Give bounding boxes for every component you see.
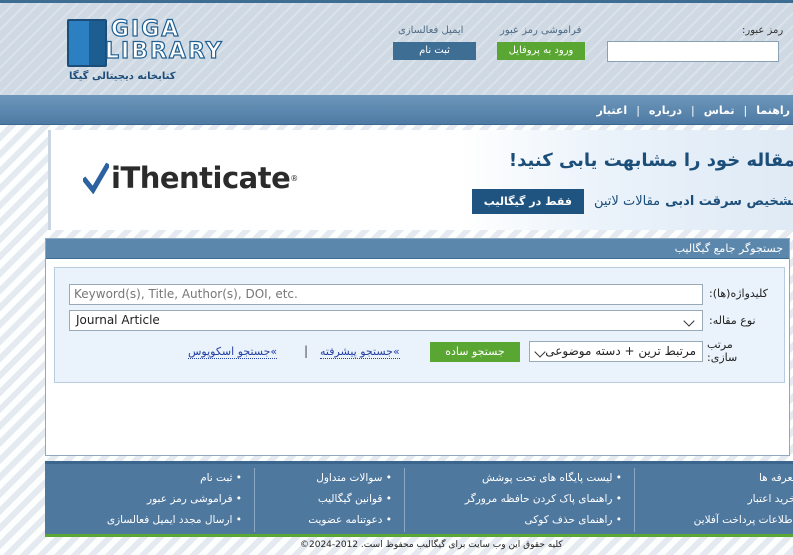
site-header: GIGA LIBRARY کتابخانه دیجیتالی گیگا ایمی…: [0, 0, 793, 95]
ithenticate-banner[interactable]: iThenticate ® مقاله خود را مشابهت یابی ک…: [48, 130, 793, 230]
banner-subline: تشخیص سرقت ادبی مقالات لاتین فقط در گیگا…: [471, 188, 793, 214]
footer-column-payment: تعرفه ها خرید اعتبار اطلاعات پرداخت آفلا…: [635, 468, 793, 532]
footer-link[interactable]: ارسال مجدد ایمیل فعالسازی: [45, 510, 242, 531]
footer-link[interactable]: راهنمای حذف کوکی: [405, 510, 622, 531]
search-form: کلیدواژه(ها): Keyword(s), Title, Author(…: [54, 267, 785, 383]
profile-login-button[interactable]: ورود به پروفایل: [497, 42, 585, 60]
footer-link[interactable]: راهنمای پاک کردن حافظه مرورگر: [405, 489, 622, 510]
scopus-search-link[interactable]: »جستجو اسکوپوس: [188, 345, 278, 359]
footer-link[interactable]: تعرفه ها: [647, 468, 793, 489]
nav-separator: |: [743, 103, 748, 117]
sort-label-line2: سازی:: [707, 351, 738, 364]
giga-library-logo[interactable]: GIGA LIBRARY کتابخانه دیجیتالی گیگا: [65, 16, 225, 87]
advanced-search-link[interactable]: »جستجو پیشرفته: [320, 345, 400, 359]
footer-column-account: ثبت نام فراموشی رمز عبور ارسال مجدد ایمی…: [45, 468, 255, 532]
copyright-notice: کلیه حقوق این وب سایت برای گیگالیب محفوظ…: [300, 540, 563, 550]
footer-link[interactable]: دعوتنامه عضویت: [255, 510, 392, 531]
footer-link[interactable]: سوالات متداول: [255, 468, 392, 489]
banner-plagiarism-text: تشخیص سرقت ادبی: [665, 193, 793, 209]
page: GIGA LIBRARY کتابخانه دیجیتالی گیگا ایمی…: [0, 0, 793, 555]
password-input[interactable]: [607, 41, 779, 62]
sort-value: مرتبط ترین + دسته موضوعی: [545, 344, 696, 358]
main-nav: اعتبار | درباره | تماس | راهنما: [0, 95, 793, 125]
keyword-label: کلیدواژه(ها):: [709, 287, 768, 300]
nav-item-credit[interactable]: اعتبار: [587, 104, 636, 117]
footer-link[interactable]: اطلاعات پرداخت آفلاین: [647, 510, 793, 531]
footer-link[interactable]: لیست پایگاه های تحت پوشش: [405, 468, 622, 489]
keyword-input[interactable]: Keyword(s), Title, Author(s), DOI, etc.: [69, 284, 703, 305]
nav-separator: |: [636, 103, 640, 117]
chevron-down-icon: [683, 315, 695, 327]
banner-latin-text: مقالات لاتین: [593, 193, 661, 209]
nav-separator: |: [691, 103, 695, 117]
checkmark-icon: [83, 162, 109, 194]
nav-item-help[interactable]: راهنما: [747, 104, 793, 117]
activation-email-link[interactable]: ایمیل فعالسازی: [398, 25, 463, 36]
ithenticate-wordmark: iThenticate: [111, 161, 291, 195]
link-separator: |: [304, 344, 309, 358]
logo-tagline: کتابخانه دیجیتالی گیگا: [69, 71, 176, 82]
article-type-value: Journal Article: [76, 313, 160, 327]
search-panel: جستجوگر جامع گیگالیب کلیدواژه(ها): Keywo…: [45, 238, 790, 456]
footer-link[interactable]: خرید اعتبار: [647, 489, 793, 510]
footer-column-info: سوالات متداول قوانین گیگالیب دعوتنامه عض…: [255, 468, 405, 532]
chevron-down-icon: [534, 346, 546, 358]
footer-accent-bar: [45, 534, 793, 537]
only-in-gigalib-button[interactable]: فقط در گیگالیب: [471, 188, 584, 214]
footer-link[interactable]: فراموشی رمز عبور: [45, 489, 242, 510]
article-type-label: نوع مقاله:: [709, 314, 756, 327]
register-button[interactable]: ثبت نام: [393, 42, 476, 60]
nav-item-about[interactable]: درباره: [640, 104, 691, 117]
forgot-password-link[interactable]: فراموشی رمز عبور: [500, 25, 581, 36]
footer-column-guides: لیست پایگاه های تحت پوشش راهنمای پاک کرد…: [405, 468, 635, 532]
footer-link[interactable]: قوانین گیگالیب: [255, 489, 392, 510]
registered-mark: ®: [290, 173, 299, 183]
article-type-select[interactable]: Journal Article: [69, 310, 703, 331]
ithenticate-logo: iThenticate ®: [83, 156, 298, 200]
simple-search-button[interactable]: جستجو ساده: [430, 342, 520, 362]
site-footer: ثبت نام فراموشی رمز عبور ارسال مجدد ایمی…: [45, 461, 793, 534]
sort-label-line1: مرتب: [707, 338, 733, 351]
nav-item-contact[interactable]: تماس: [695, 104, 744, 117]
book-icon: [67, 19, 107, 67]
sort-select[interactable]: مرتبط ترین + دسته موضوعی: [529, 341, 703, 362]
password-label: رمز عبور:: [742, 25, 784, 36]
logo-word-library: LIBRARY: [104, 38, 224, 64]
footer-link[interactable]: ثبت نام: [45, 468, 242, 489]
search-panel-title: جستجوگر جامع گیگالیب: [46, 239, 789, 259]
banner-title: مقاله خود را مشابهت یابی کنید!: [508, 150, 793, 171]
